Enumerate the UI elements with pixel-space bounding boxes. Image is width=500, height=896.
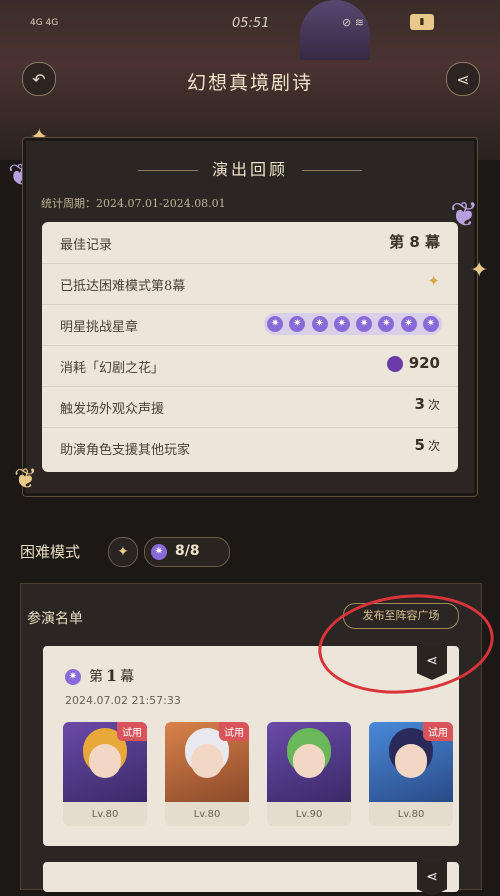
- star-medal-icon: ✷: [311, 316, 328, 332]
- character-card[interactable]: Lv.90: [267, 722, 351, 826]
- stat-row: 已抵达困难模式第8幕 ✦: [42, 263, 458, 305]
- act-header: ✷ 第 1 幕: [65, 666, 134, 686]
- star-medal-icon: ✷: [333, 316, 350, 332]
- butterfly-icon: ❦: [450, 195, 479, 235]
- stat-row: 最佳记录 第 8 幕: [42, 222, 458, 264]
- star-count-pill: ✷ 8/8: [144, 537, 230, 567]
- star-medal-icon: ✷: [356, 316, 373, 332]
- act-timestamp: 2024.07.02 21:57:33: [65, 694, 181, 707]
- share-icon: ⋖: [426, 869, 438, 885]
- difficulty-mode: 困难模式 ✦ ✷ 8/8: [20, 537, 320, 567]
- star-medal-icon: ✷: [151, 544, 167, 560]
- star-medal-icon: ✷: [289, 316, 306, 332]
- trial-badge: 试用: [219, 722, 249, 741]
- star-medals: ✷ ✷ ✷ ✷ ✷ ✷ ✷ ✷: [264, 313, 442, 335]
- share-button[interactable]: ⋖: [446, 62, 480, 96]
- star-medal-icon: ✷: [267, 316, 284, 332]
- butterfly-icon: ✦: [470, 258, 489, 283]
- stat-row: 触发场外观众声援 3次: [42, 386, 458, 428]
- page-title: 幻想真境剧诗: [186, 72, 313, 94]
- trial-badge: 试用: [117, 722, 147, 741]
- status-bar: 4G 4G 05:51 ⊘ ≋ ▮: [0, 14, 500, 36]
- stat-row: 助演角色支援其他玩家 5次: [60, 436, 440, 458]
- star-medal-icon: ✷: [65, 669, 81, 685]
- signal-icon: 4G 4G: [30, 18, 59, 28]
- character-face: [191, 744, 223, 778]
- character-card[interactable]: 试用 Lv.80: [165, 722, 249, 826]
- stat-period: 统计周期：2024.07.01-2024.08.01: [41, 197, 226, 210]
- butterfly-badge-icon: ✦: [427, 272, 440, 290]
- roster-title: 参演名单: [27, 611, 83, 627]
- status-icons: ⊘ ≋: [342, 16, 364, 29]
- character-face: [293, 744, 325, 778]
- act-share-button[interactable]: ⋖: [417, 862, 447, 896]
- character-face: [89, 744, 121, 778]
- character-face: [395, 744, 427, 778]
- stats-table: 最佳记录 第 8 幕 已抵达困难模式第8幕 ✦ 明星挑战星章 ✷ ✷ ✷ ✷ ✷…: [42, 222, 458, 472]
- character-level: Lv.80: [193, 809, 221, 820]
- character-level: Lv.80: [397, 809, 425, 820]
- trial-badge: 试用: [423, 722, 453, 741]
- butterfly-icon: ❦: [14, 462, 38, 495]
- clock: 05:51: [232, 16, 270, 31]
- review-title: 演出回顾: [23, 156, 477, 180]
- character-level: Lv.90: [295, 809, 323, 820]
- character-card[interactable]: 试用 Lv.80: [63, 722, 147, 826]
- star-medal-icon: ✷: [422, 316, 439, 332]
- character-list: 试用 Lv.80 试用 Lv.80 Lv.90 试用 Lv.80: [63, 722, 453, 832]
- butterfly-icon: ✦: [108, 537, 138, 567]
- stat-row: 消耗「幻剧之花」 920: [42, 345, 458, 387]
- star-medal-icon: ✷: [378, 316, 395, 332]
- star-medal-icon: ✷: [400, 316, 417, 332]
- stat-row: 明星挑战星章 ✷ ✷ ✷ ✷ ✷ ✷ ✷ ✷: [42, 304, 458, 346]
- performance-review-panel: 演出回顾 统计周期：2024.07.01-2024.08.01 最佳记录 第 8…: [22, 137, 478, 497]
- battery-icon: ▮: [410, 14, 434, 30]
- character-level: Lv.80: [91, 809, 119, 820]
- share-icon: ⋖: [456, 69, 470, 89]
- character-card[interactable]: 试用 Lv.80: [369, 722, 453, 826]
- flower-icon: [386, 355, 403, 372]
